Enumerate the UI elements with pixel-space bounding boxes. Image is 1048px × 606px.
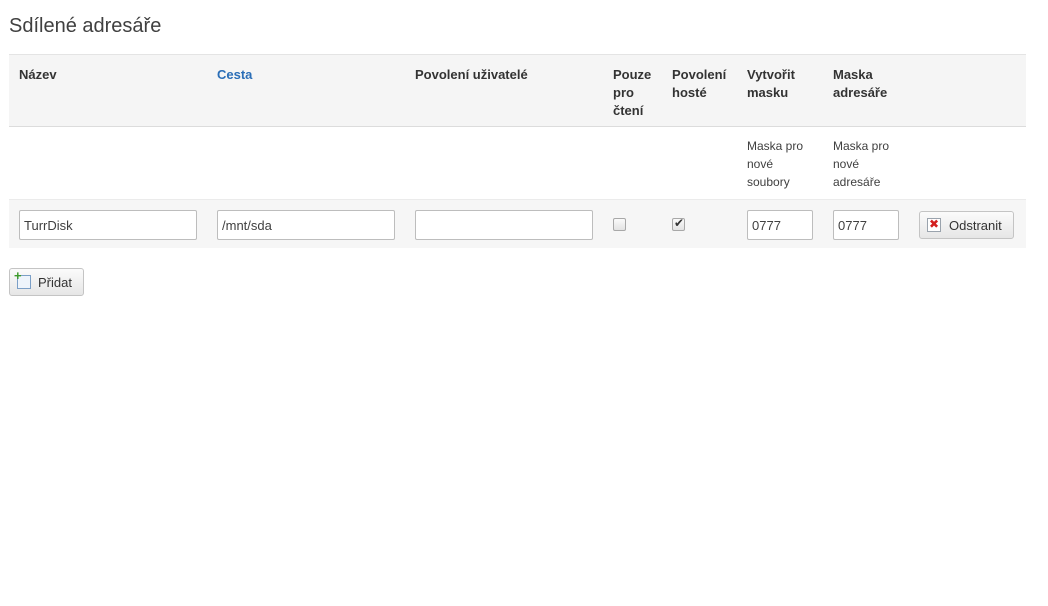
path-input[interactable]: [217, 210, 395, 240]
guests-allowed-checkbox[interactable]: ✔: [672, 216, 685, 231]
name-input[interactable]: [19, 210, 197, 240]
allowed-users-input[interactable]: [415, 210, 593, 240]
page-title: Sdílené adresáře: [9, 15, 162, 37]
column-header-path[interactable]: Cesta: [207, 54, 405, 127]
table-row: ✔ ✖ Odstranit: [9, 199, 1026, 248]
checkmark-icon: ✔: [674, 216, 685, 230]
remove-button-label: Odstranit: [949, 217, 1002, 233]
column-header-actions: [909, 54, 1026, 127]
table-header-row: Název Cesta Povolení uživatelé Pouze pro…: [9, 54, 1026, 127]
remove-button[interactable]: ✖ Odstranit: [919, 211, 1014, 239]
remove-icon: ✖: [927, 217, 941, 232]
column-header-name: Název: [9, 54, 207, 127]
column-header-create-mask: Vytvořit masku: [737, 54, 823, 127]
directory-mask-input[interactable]: [833, 210, 899, 240]
shares-table: Název Cesta Povolení uživatelé Pouze pro…: [9, 54, 1026, 248]
column-header-guests-allowed: Povolení hosté: [662, 54, 737, 127]
add-button[interactable]: + Přidat: [9, 268, 84, 296]
read-only-checkbox[interactable]: [613, 218, 626, 231]
create-mask-description: Maska pro nové soubory: [737, 126, 823, 200]
description-row: Maska pro nové soubory Maska pro nové ad…: [9, 126, 1026, 200]
add-icon: +: [14, 269, 31, 289]
column-header-read-only: Pouze pro čtení: [603, 54, 662, 127]
add-button-label: Přidat: [38, 274, 72, 290]
column-header-directory-mask: Maska adresáře: [823, 54, 909, 127]
directory-mask-description: Maska pro nové adresáře: [823, 126, 909, 200]
column-header-allowed-users: Povolení uživatelé: [405, 54, 603, 127]
create-mask-input[interactable]: [747, 210, 813, 240]
